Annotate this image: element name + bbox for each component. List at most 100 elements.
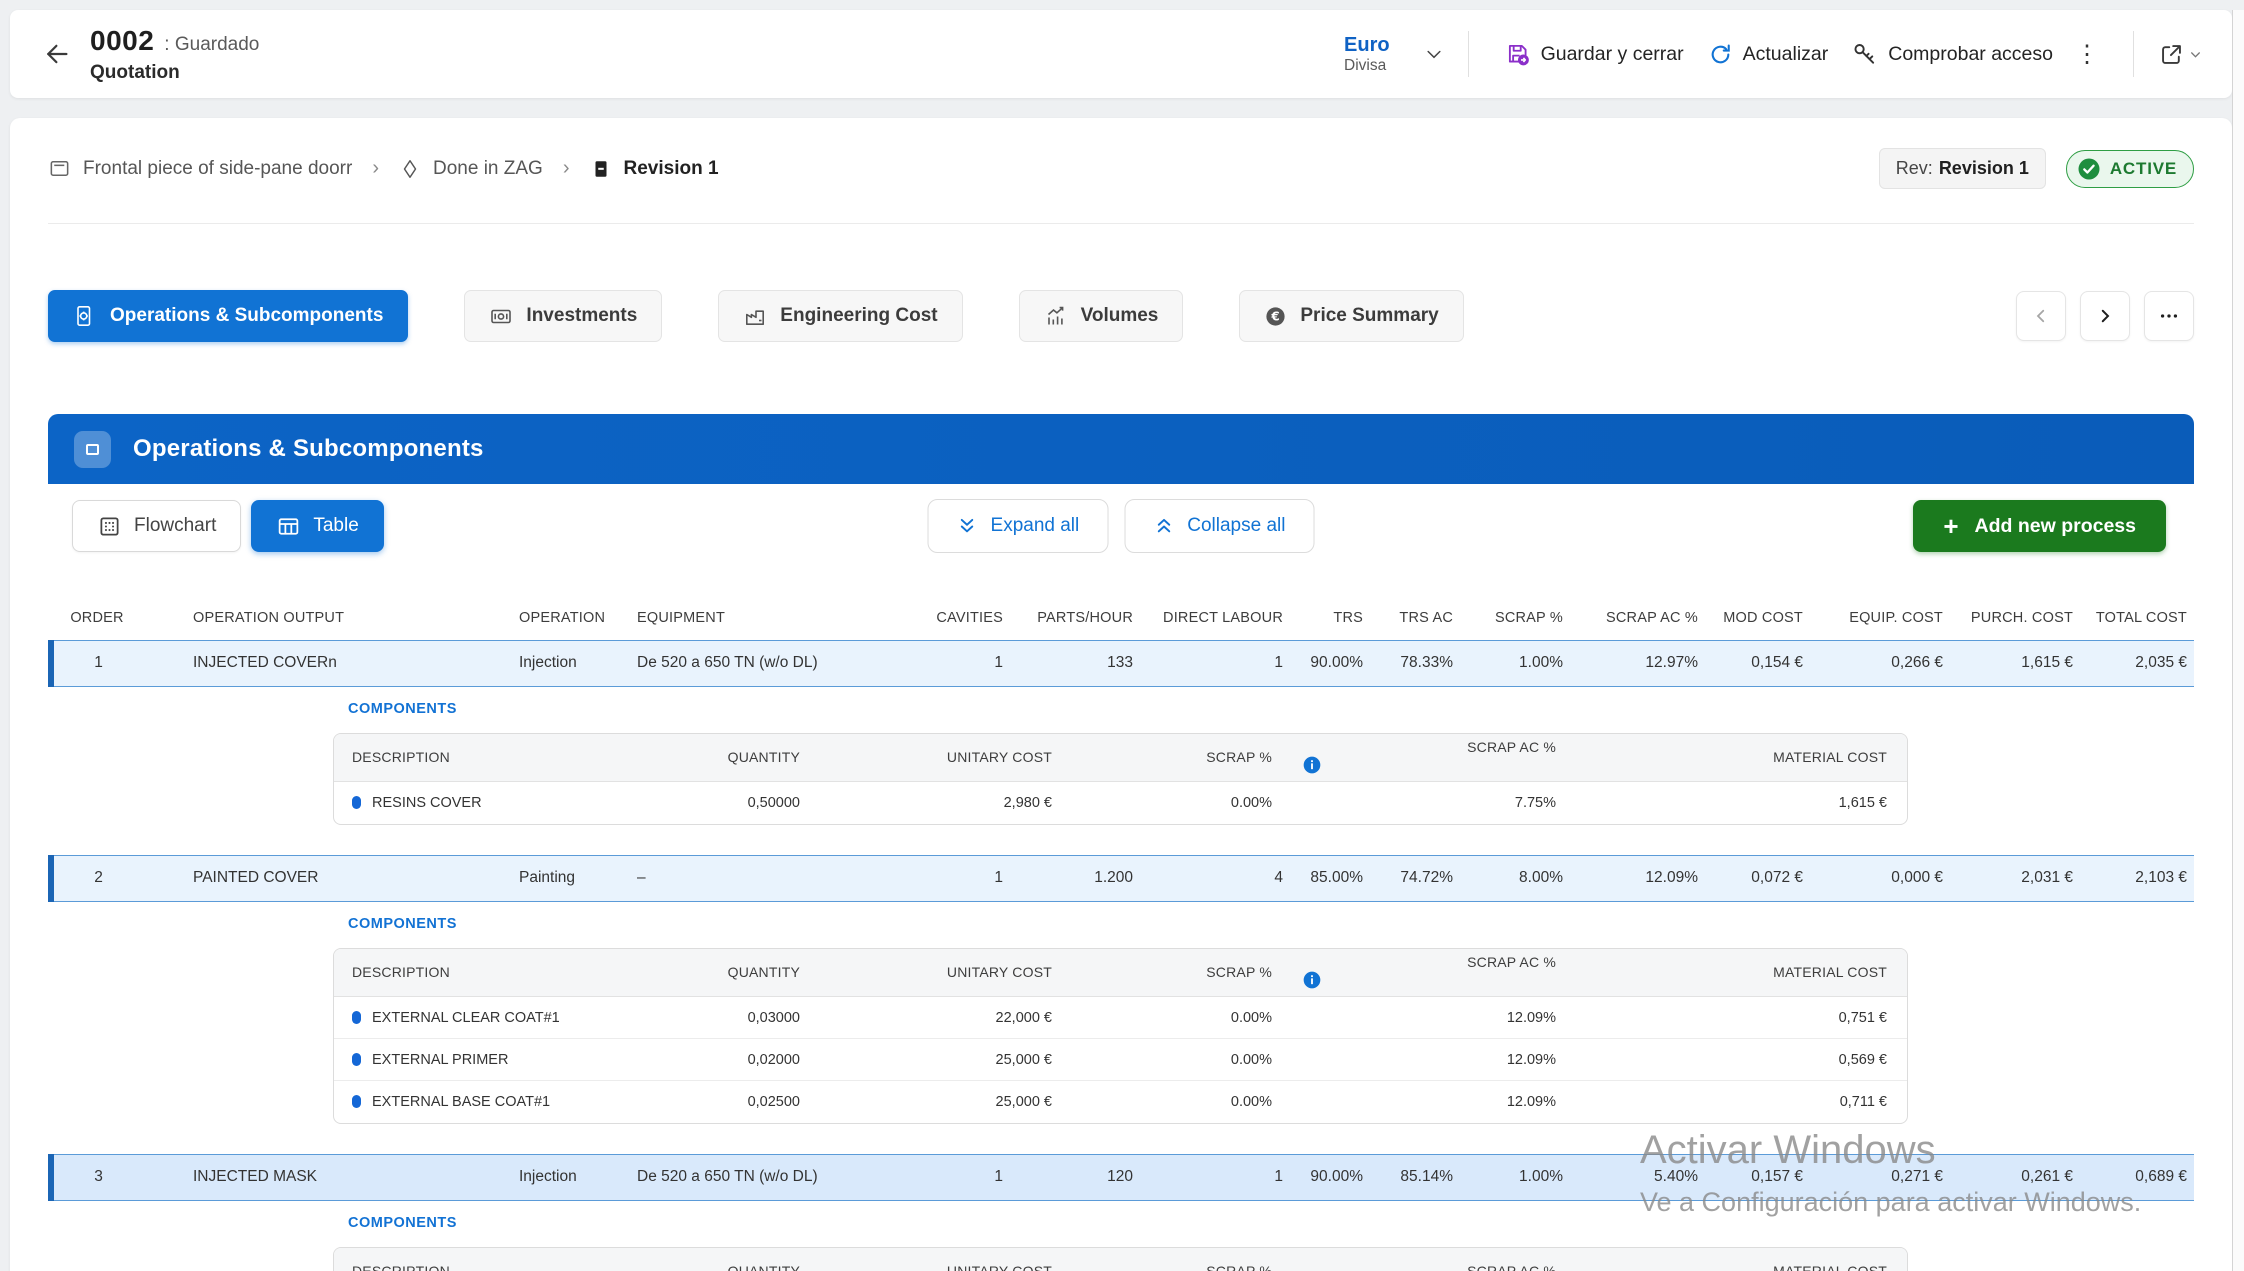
cell-cavities: 1 <box>915 640 1015 686</box>
revision-icon <box>590 158 612 180</box>
info-icon[interactable] <box>1302 755 1322 775</box>
process-row-2[interactable]: 2 PAINTED COVER Painting – 1 1.200 4 85.… <box>51 855 2194 901</box>
cell-trs: 90.00% <box>1295 1154 1375 1200</box>
cell-purch-cost: 0,261 € <box>1955 1154 2085 1200</box>
table-icon <box>276 514 301 539</box>
components-link[interactable]: COMPONENTS <box>348 916 457 932</box>
col-comp-scrap: SCRAP % <box>1074 949 1294 997</box>
cell-parts-hour: 133 <box>1015 640 1145 686</box>
col-material-cost: MATERIAL COST <box>1578 1248 1908 1271</box>
breadcrumb-separator: › <box>372 157 379 180</box>
tabs-more-button[interactable] <box>2144 291 2194 341</box>
collapse-all-button[interactable]: Collapse all <box>1124 499 1314 553</box>
cell-mod-cost: 0,157 € <box>1710 1154 1815 1200</box>
process-row-3[interactable]: 3 INJECTED MASK Injection De 520 a 650 T… <box>51 1154 2194 1200</box>
cell-scrap: 1.00% <box>1465 640 1575 686</box>
refresh-button[interactable]: Actualizar <box>1696 34 1841 75</box>
tab-investments-label: Investments <box>526 305 637 327</box>
tab-price-summary[interactable]: € Price Summary <box>1239 290 1463 342</box>
diamond-icon <box>399 158 421 180</box>
investments-icon <box>489 304 513 328</box>
col-equipment: EQUIPMENT <box>615 596 915 640</box>
title-bar: 0002 : Guardado Quotation Euro Divisa Gu… <box>10 10 2232 98</box>
add-new-process-button[interactable]: + Add new process <box>1913 500 2166 552</box>
col-purch-cost: PURCH. COST <box>1955 596 2085 640</box>
currency-chevron-down-icon[interactable] <box>1424 44 1444 64</box>
vertical-scrollbar[interactable] <box>2232 10 2244 1271</box>
cell-trs-ac: 85.14% <box>1375 1154 1465 1200</box>
cell-cavities: 1 <box>915 855 1015 901</box>
currency-field[interactable]: Euro Divisa <box>1344 34 1390 75</box>
cell-description: EXTERNAL CLEAR COAT#1 <box>334 997 680 1039</box>
component-row[interactable]: EXTERNAL PRIMER 0,02000 25,000 € 0.00% 1… <box>334 1039 1908 1081</box>
expand-all-label: Expand all <box>991 515 1080 537</box>
col-operation-output: OPERATION OUTPUT <box>143 596 495 640</box>
document-title-block: 0002 : Guardado Quotation <box>90 25 259 84</box>
col-comp-scrap-ac: SCRAP AC % <box>1294 734 1578 782</box>
document-type: Quotation <box>90 62 259 84</box>
table-view-label: Table <box>313 515 358 537</box>
flowchart-icon <box>97 514 122 539</box>
revision-chip-label: Rev: <box>1896 158 1933 178</box>
revision-chip[interactable]: Rev:Revision 1 <box>1879 148 2046 189</box>
breadcrumb-revision[interactable]: Revision 1 <box>590 158 719 180</box>
cell-comp-scrap: 0.00% <box>1074 997 1294 1039</box>
component-dot-icon <box>352 1095 361 1108</box>
tab-volumes[interactable]: Volumes <box>1019 290 1184 342</box>
document-number: 0002 <box>90 25 154 57</box>
info-icon[interactable] <box>1302 970 1322 990</box>
cell-description: EXTERNAL PRIMER <box>334 1039 680 1081</box>
cell-material-cost: 0,711 € <box>1578 1081 1908 1123</box>
section-tabs: Operations & Subcomponents Investments E… <box>48 290 2194 342</box>
component-row[interactable]: EXTERNAL CLEAR COAT#1 0,03000 22,000 € 0… <box>334 997 1908 1039</box>
components-section-3: COMPONENTS DESCRIPTION QUANTITY UNITARY … <box>51 1200 2194 1271</box>
col-description: DESCRIPTION <box>334 949 680 997</box>
cell-comp-scrap-ac: 7.75% <box>1294 782 1578 824</box>
share-chevron-down-icon <box>2189 48 2202 61</box>
flowchart-label: Flowchart <box>134 515 216 537</box>
col-unitary-cost: UNITARY COST <box>822 949 1074 997</box>
table-view-button[interactable]: Table <box>251 500 383 552</box>
col-quantity: QUANTITY <box>680 1248 822 1271</box>
col-comp-scrap: SCRAP % <box>1074 734 1294 782</box>
cell-mod-cost: 0,154 € <box>1710 640 1815 686</box>
component-row[interactable]: EXTERNAL BASE COAT#1 0,02500 25,000 € 0.… <box>334 1081 1908 1123</box>
expand-all-button[interactable]: Expand all <box>928 499 1109 553</box>
divider <box>2133 31 2134 77</box>
cell-output: INJECTED MASK <box>143 1154 495 1200</box>
components-link[interactable]: COMPONENTS <box>348 1215 457 1231</box>
col-description: DESCRIPTION <box>334 1248 680 1271</box>
tabs-prev-button[interactable] <box>2016 291 2066 341</box>
breadcrumb-project[interactable]: Done in ZAG <box>399 158 543 180</box>
save-close-button[interactable]: Guardar y cerrar <box>1493 33 1696 75</box>
flowchart-view-button[interactable]: Flowchart <box>72 500 241 552</box>
key-icon <box>1852 41 1878 67</box>
tab-investments[interactable]: Investments <box>464 290 662 342</box>
component-dot-icon <box>352 796 361 809</box>
operations-icon <box>73 304 97 328</box>
tabs-next-button[interactable] <box>2080 291 2130 341</box>
back-button[interactable] <box>40 37 74 71</box>
cell-description: EXTERNAL BASE COAT#1 <box>334 1081 680 1123</box>
cell-output: INJECTED COVERn <box>143 640 495 686</box>
save-icon <box>1505 41 1531 67</box>
cell-order: 1 <box>51 640 143 686</box>
tab-operations-label: Operations & Subcomponents <box>110 305 383 327</box>
tab-engineering-cost[interactable]: Engineering Cost <box>718 290 962 342</box>
breadcrumb: Frontal piece of side-pane doorr › Done … <box>48 118 2194 224</box>
share-button[interactable] <box>2158 41 2202 68</box>
tab-operations-subcomponents[interactable]: Operations & Subcomponents <box>48 290 408 342</box>
components-header-row: DESCRIPTION QUANTITY UNITARY COST SCRAP … <box>334 949 1908 997</box>
check-access-button[interactable]: Comprobar acceso <box>1840 33 2065 75</box>
more-commands-button[interactable]: ⋮ <box>2065 40 2109 69</box>
cell-unitary-cost: 25,000 € <box>822 1081 1074 1123</box>
process-row-1[interactable]: 1 INJECTED COVERn Injection De 520 a 650… <box>51 640 2194 686</box>
component-row[interactable]: RESINS COVER 0,50000 2,980 € 0.00% 7.75%… <box>334 782 1908 824</box>
refresh-label: Actualizar <box>1743 43 1829 66</box>
quotation-detail-card: Frontal piece of side-pane doorr › Done … <box>10 118 2232 1271</box>
components-link[interactable]: COMPONENTS <box>348 701 457 717</box>
cell-scrap-ac: 12.09% <box>1575 855 1710 901</box>
col-comp-scrap-ac: SCRAP AC % <box>1294 1248 1578 1271</box>
cell-comp-scrap-ac: 12.09% <box>1294 1081 1578 1123</box>
breadcrumb-part[interactable]: Frontal piece of side-pane doorr <box>48 157 352 180</box>
